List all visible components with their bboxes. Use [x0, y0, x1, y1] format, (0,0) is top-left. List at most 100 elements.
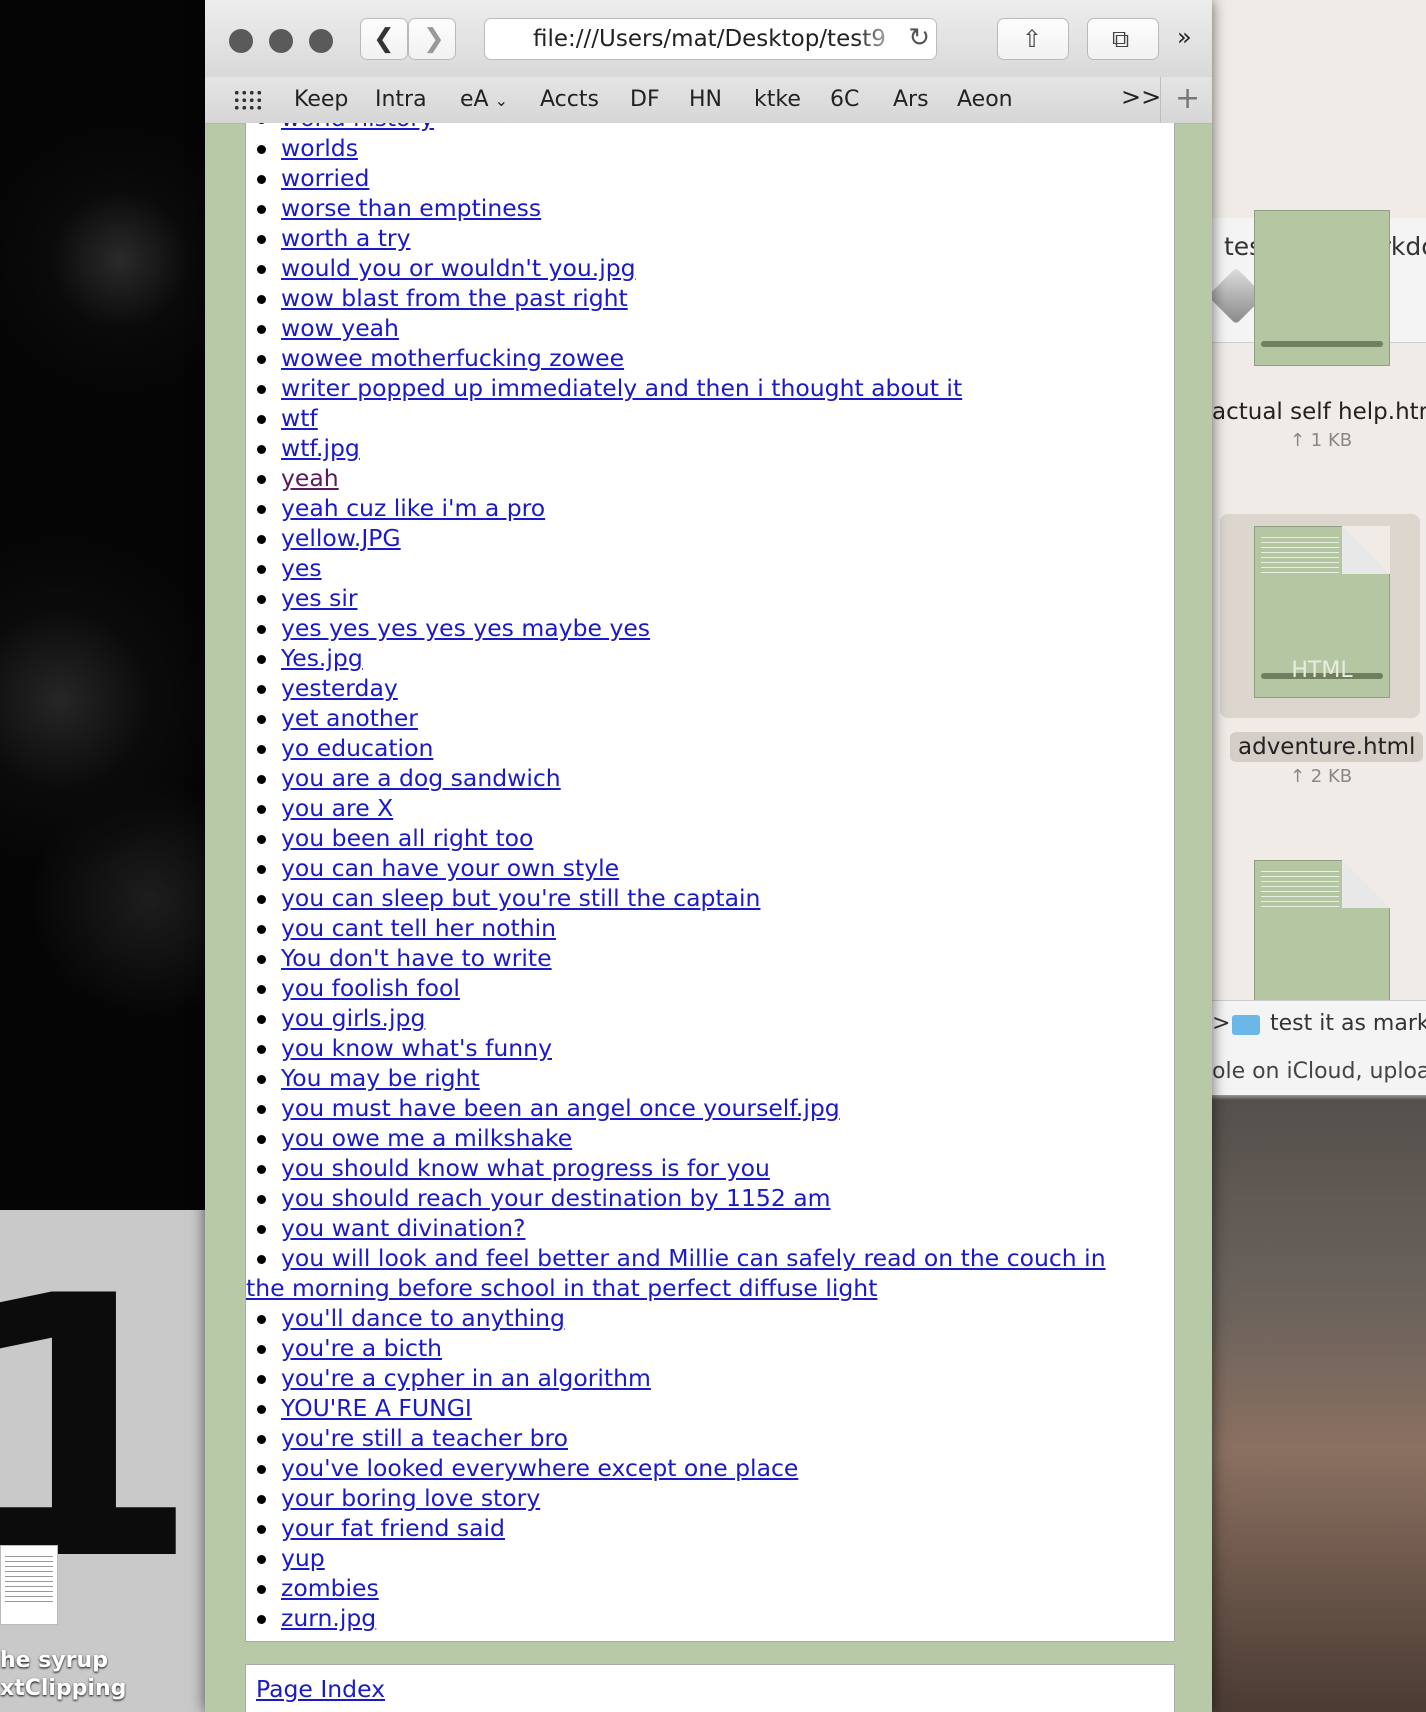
file-link[interactable]: wtf.jpg — [281, 434, 360, 462]
tabs-overview-button[interactable]: ⧉ — [1087, 18, 1159, 60]
reload-icon[interactable]: ↻ — [908, 23, 930, 53]
file-link[interactable]: yup — [281, 1544, 325, 1572]
file-link[interactable]: you will look and feel better and Millie… — [246, 1244, 1106, 1302]
bookmark-ars[interactable]: Ars — [893, 87, 929, 112]
file-link[interactable]: zurn.jpg — [281, 1604, 376, 1632]
forward-button[interactable]: ❯ — [408, 18, 456, 60]
file-link[interactable]: you'll dance to anything — [281, 1304, 565, 1332]
file-link[interactable]: you been all right too — [281, 824, 533, 852]
file-link[interactable]: you foolish fool — [281, 974, 460, 1002]
file-link[interactable]: yes sir — [281, 584, 358, 612]
file-link[interactable]: would you or wouldn't you.jpg — [281, 254, 636, 282]
file-link[interactable]: you're a cypher in an algorithm — [281, 1364, 651, 1392]
list-item: you should know what progress is for you — [246, 1153, 1146, 1183]
new-tab-button[interactable]: + — [1160, 77, 1213, 123]
file-link[interactable]: you must have been an angel once yoursel… — [281, 1094, 840, 1122]
file-link[interactable]: your boring love story — [281, 1484, 540, 1512]
share-button[interactable]: ⇧ — [997, 18, 1069, 60]
text-clipping-icon[interactable] — [0, 1545, 58, 1625]
clipping-label-line2[interactable]: xtClipping — [0, 1676, 126, 1701]
file-link[interactable]: you're a bicth — [281, 1334, 442, 1362]
poster-image: 19 — [0, 1210, 451, 1712]
page-index-link[interactable]: Page Index — [256, 1675, 385, 1703]
list-item: you girls.jpg — [246, 1003, 1146, 1033]
file-link[interactable]: you can have your own style — [281, 854, 619, 882]
list-item: yellow.JPG — [246, 523, 1146, 553]
file-link[interactable]: YOU'RE A FUNGI — [281, 1394, 472, 1422]
path-chevron-icon[interactable]: > — [1212, 1011, 1230, 1036]
bookmark-intra[interactable]: Intra — [375, 87, 427, 112]
list-item: worried — [246, 163, 1146, 193]
file-link[interactable]: you cant tell her nothin — [281, 914, 556, 942]
file-link[interactable]: wow blast from the past right — [281, 284, 628, 312]
path-folder-label[interactable]: test it as markc — [1270, 1011, 1426, 1036]
file-link[interactable]: worried — [281, 164, 369, 192]
file-link[interactable]: you are X — [281, 794, 393, 822]
file-link[interactable]: you want divination? — [281, 1214, 526, 1242]
zoom-window-button[interactable] — [309, 29, 333, 53]
file-link[interactable]: you're still a teacher bro — [281, 1424, 568, 1452]
file-link[interactable]: you owe me a milkshake — [281, 1124, 572, 1152]
file-link[interactable]: worth a try — [281, 224, 411, 252]
list-item: yeah cuz like i'm a pro — [246, 493, 1146, 523]
back-button[interactable]: ❮ — [360, 18, 408, 60]
file-link[interactable]: writer popped up immediately and then i … — [281, 374, 962, 402]
file-link[interactable]: you've looked everywhere except one plac… — [281, 1454, 798, 1482]
file-link[interactable]: you can sleep but you're still the capta… — [281, 884, 760, 912]
bookmark-hn[interactable]: HN — [689, 87, 722, 112]
file-link[interactable]: you should know what progress is for you — [281, 1154, 770, 1182]
file-link[interactable]: wtf — [281, 404, 318, 432]
bookmarks-more-icon[interactable]: >> — [1121, 83, 1161, 111]
bookmark-df[interactable]: DF — [630, 87, 660, 112]
desktop-wallpaper: 19 he syrup xtClipping — [0, 0, 451, 1712]
address-bar-url[interactable]: file:///Users/mat/Desktop/test9 — [533, 26, 886, 52]
file-link[interactable]: yesterday — [281, 674, 398, 702]
file-link[interactable]: Yes.jpg — [281, 644, 363, 672]
file-link[interactable]: worse than emptiness — [281, 194, 541, 222]
bookmark-ea[interactable]: eA ⌄ — [460, 87, 508, 112]
list-item: you are X — [246, 793, 1146, 823]
file-link[interactable]: wow yeah — [281, 314, 399, 342]
bookmark-6c[interactable]: 6C — [830, 87, 859, 112]
file-link[interactable]: yeah cuz like i'm a pro — [281, 494, 545, 522]
list-item: would you or wouldn't you.jpg — [246, 253, 1146, 283]
file-name-selected[interactable]: adventure.html — [1230, 732, 1424, 762]
file-link[interactable]: worlds — [281, 134, 358, 162]
clipping-label-line1[interactable]: he syrup — [0, 1648, 108, 1673]
file-link[interactable]: you girls.jpg — [281, 1004, 425, 1032]
file-link[interactable]: wowee motherfucking zowee — [281, 344, 624, 372]
file-link[interactable]: yes — [281, 554, 322, 582]
file-link[interactable]: You may be right — [281, 1064, 480, 1092]
bookmark-ktke[interactable]: ktke — [754, 87, 801, 112]
address-bar[interactable]: file:///Users/mat/Desktop/test9 ↻ — [484, 18, 937, 60]
close-window-button[interactable] — [229, 29, 253, 53]
bookmark-accts[interactable]: Accts — [540, 87, 599, 112]
list-item: you should reach your destination by 115… — [246, 1183, 1146, 1213]
tabs-icon: ⧉ — [1112, 25, 1130, 53]
list-item: worth a try — [246, 223, 1146, 253]
file-link[interactable]: You don't have to write — [281, 944, 552, 972]
file-link[interactable]: zombies — [281, 1574, 379, 1602]
list-item: worse than emptiness — [246, 193, 1146, 223]
file-link[interactable]: yes yes yes yes yes maybe yes — [281, 614, 650, 642]
desktop: 19 he syrup xtClipping test it as markdo… — [0, 0, 1426, 1712]
file-link[interactable]: yo education — [281, 734, 433, 762]
minimize-window-button[interactable] — [269, 29, 293, 53]
file-link[interactable]: world history — [281, 123, 434, 132]
toolbar-overflow-icon[interactable]: » — [1177, 22, 1192, 52]
file-link[interactable]: your fat friend said — [281, 1514, 505, 1542]
file-name[interactable]: actual self help.htm — [1212, 399, 1426, 425]
grid-icon[interactable] — [233, 89, 263, 111]
bookmark-keep[interactable]: Keep — [294, 87, 348, 112]
file-link[interactable]: yet another — [281, 704, 418, 732]
file-link[interactable]: you know what's funny — [281, 1034, 552, 1062]
chevron-down-icon: ⌄ — [494, 91, 508, 110]
list-item: wowee motherfucking zowee — [246, 343, 1146, 373]
list-item: wtf — [246, 403, 1146, 433]
file-link[interactable]: yellow.JPG — [281, 524, 401, 552]
bookmark-aeon[interactable]: Aeon — [957, 87, 1013, 112]
file-link[interactable]: you are a dog sandwich — [281, 764, 561, 792]
file-link[interactable]: yeah — [281, 464, 339, 492]
file-link[interactable]: you should reach your destination by 115… — [281, 1184, 831, 1212]
finder-status-bar: ole on iCloud, upload — [1212, 1049, 1426, 1095]
